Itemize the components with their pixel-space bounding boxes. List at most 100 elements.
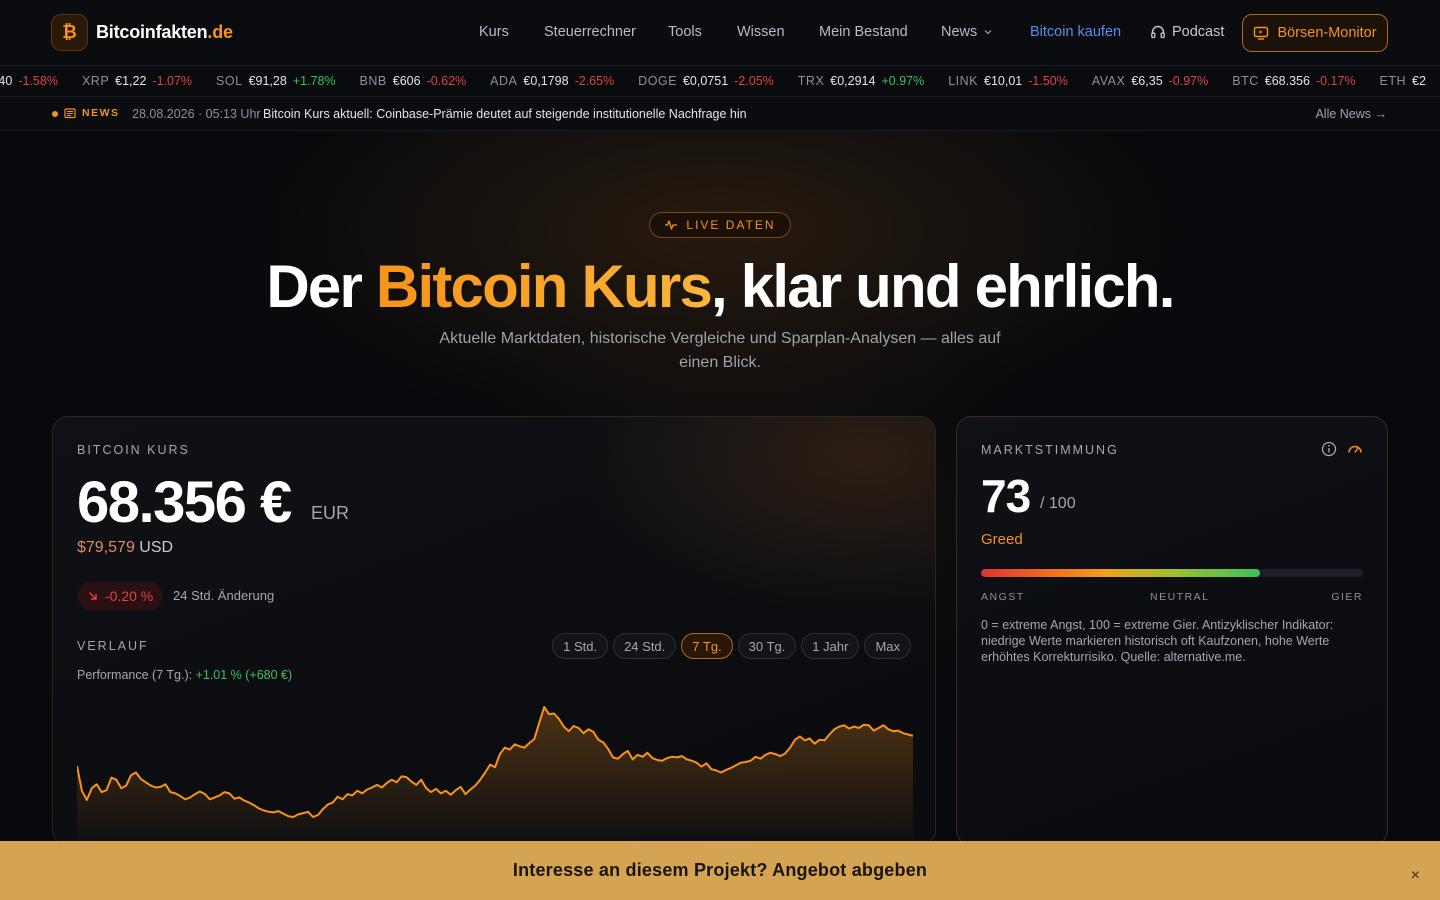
ticker-item[interactable]: .140 -1.58% bbox=[0, 74, 58, 88]
ticker-change: -0.17% bbox=[1315, 74, 1356, 88]
ticker-price: €0,1798 bbox=[523, 74, 569, 88]
range-selector: 1 Std. 24 Std. 7 Tg. 30 Tg. 1 Jahr Max bbox=[552, 633, 911, 659]
boersen-monitor-button[interactable]: Börsen-Monitor bbox=[1242, 14, 1388, 52]
ticker-price: €10,01 bbox=[984, 74, 1023, 88]
offer-banner[interactable]: Interesse an diesem Projekt? Angebot abg… bbox=[0, 841, 1440, 900]
sentiment-classification: Greed bbox=[981, 531, 1023, 548]
ticker-symbol: AVAX bbox=[1091, 74, 1126, 88]
nav-tools[interactable]: Tools bbox=[668, 24, 702, 40]
boersen-monitor-label: Börsen-Monitor bbox=[1277, 25, 1377, 41]
ticker-price: .140 bbox=[0, 74, 13, 88]
ticker-item[interactable]: LINK €10,01 -1.50% bbox=[948, 74, 1068, 88]
ticker-change: -1.50% bbox=[1028, 74, 1068, 88]
nav-news-dropdown[interactable]: News bbox=[941, 24, 993, 40]
ticker-symbol: LINK bbox=[948, 74, 979, 88]
close-icon[interactable]: × bbox=[1411, 867, 1420, 885]
ticker-price: €606 bbox=[392, 74, 421, 88]
ticker-symbol: SOL bbox=[216, 74, 243, 88]
ticker-price: €6,35 bbox=[1131, 74, 1163, 88]
range-30d-button[interactable]: 30 Tg. bbox=[737, 633, 797, 659]
ticker-symbol: DOGE bbox=[638, 74, 677, 88]
nav-mein-bestand[interactable]: Mein Bestand bbox=[819, 24, 908, 40]
nav-bitcoin-kaufen[interactable]: Bitcoin kaufen bbox=[1030, 24, 1121, 40]
nav-kurs[interactable]: Kurs bbox=[479, 24, 509, 40]
price-chart[interactable] bbox=[77, 699, 913, 846]
nav-wissen[interactable]: Wissen bbox=[737, 24, 785, 40]
ticker-price: €68.356 bbox=[1264, 74, 1310, 88]
sentiment-icons bbox=[1321, 441, 1363, 457]
site-header: ₿ Bitcoinfakten.de Kurs Steuerrechner To… bbox=[0, 0, 1440, 66]
chevron-down-icon bbox=[984, 30, 992, 35]
range-1h-button[interactable]: 1 Std. bbox=[552, 633, 609, 659]
ticker-item[interactable]: XRP €1,22 -1.07% bbox=[82, 74, 192, 88]
price-card-label: BITCOIN KURS bbox=[77, 443, 190, 457]
sentiment-value: 73 bbox=[981, 470, 1031, 522]
ticker-item[interactable]: AVAX €6,35 -0.97% bbox=[1092, 74, 1208, 88]
offer-text: Interesse an diesem Projekt? Angebot abg… bbox=[512, 860, 928, 880]
price-usd-value: $79,579 bbox=[77, 539, 135, 556]
nav-news-label: News bbox=[941, 24, 978, 40]
title-post: , klar und ehrlich. bbox=[711, 253, 1175, 320]
price-eur: 68.356 € bbox=[77, 470, 292, 535]
history-label: VERLAUF bbox=[77, 639, 149, 653]
ticker-item[interactable]: ETH €2 bbox=[1380, 74, 1426, 88]
range-7d-button[interactable]: 7 Tg. bbox=[681, 633, 733, 659]
ticker-item[interactable]: BNB €606 -0.62% bbox=[360, 74, 467, 88]
title-pre: Der bbox=[266, 253, 376, 320]
ticker-item[interactable]: BTC €68.356 -0.17% bbox=[1232, 74, 1355, 88]
perf-value: +1.01 % (+680 €) bbox=[195, 668, 293, 682]
news-label: NEWS bbox=[82, 107, 120, 119]
ticker-change: +0.97% bbox=[881, 74, 925, 88]
ticker-price: €1,22 bbox=[115, 74, 147, 88]
ticker-change: -2.05% bbox=[734, 74, 774, 88]
live-data-label: LIVE DATEN bbox=[686, 218, 776, 232]
news-headline-link[interactable]: Bitcoin Kurs aktuell: Coinbase-Prämie de… bbox=[263, 107, 747, 121]
sentiment-gauge bbox=[981, 569, 1363, 577]
ticker-change: -0.62% bbox=[426, 74, 467, 88]
news-date: 28.08.2026 · 05:13 Uhr bbox=[132, 107, 261, 121]
market-sentiment-card: MARKTSTIMMUNG 73 / 100 Greed ANGST NEUTR… bbox=[956, 416, 1388, 846]
range-max-button[interactable]: Max bbox=[864, 633, 911, 659]
bitcoin-price-card: BITCOIN KURS 68.356 € EUR $79,579 USD -0… bbox=[52, 416, 936, 846]
ticker-price: €0,2914 bbox=[830, 74, 876, 88]
range-24h-button[interactable]: 24 Std. bbox=[613, 633, 677, 659]
monitor-icon bbox=[1254, 26, 1269, 40]
change-badge: -0.20 % bbox=[77, 582, 164, 610]
ticker-price: €2 bbox=[1412, 74, 1426, 88]
ticker-change: +1.78% bbox=[292, 74, 336, 88]
ticker-item[interactable]: SOL €91,28 +1.78% bbox=[216, 74, 336, 88]
price-usd-unit: USD bbox=[139, 539, 174, 556]
info-icon[interactable] bbox=[1321, 441, 1337, 457]
nav-steuerrechner[interactable]: Steuerrechner bbox=[544, 24, 636, 40]
logo-tld: .de bbox=[207, 22, 233, 42]
ticker-item[interactable]: ADA €0,1798 -2.65% bbox=[490, 74, 614, 88]
price-ticker: .140 -1.58% XRP €1,22 -1.07% SOL €91,28 +1.78% B… bbox=[0, 66, 1440, 97]
arrow-down-right-icon bbox=[89, 592, 97, 600]
all-news-link[interactable]: Alle News → bbox=[1315, 107, 1387, 121]
scale-mid: NEUTRAL bbox=[1150, 591, 1210, 603]
news-bar: NEWS 28.08.2026 · 05:13 Uhr Bitcoin Kurs… bbox=[0, 97, 1440, 131]
site-logo[interactable]: ₿ Bitcoinfakten.de bbox=[51, 14, 233, 51]
ticker-item[interactable]: TRX €0,2914 +0.97% bbox=[798, 74, 924, 88]
ticker-change: -2.65% bbox=[574, 74, 615, 88]
price-currency: EUR bbox=[311, 503, 350, 523]
page-title: Der Bitcoin Kurs, klar und ehrlich. bbox=[0, 252, 1440, 321]
live-data-badge: LIVE DATEN bbox=[649, 212, 791, 238]
ticker-item[interactable]: DOGE €0,0751 -2.05% bbox=[638, 74, 774, 88]
headphones-icon bbox=[1151, 25, 1165, 39]
ticker-symbol: ADA bbox=[490, 74, 518, 88]
scale-low: ANGST bbox=[981, 591, 1025, 603]
chart-area bbox=[77, 707, 913, 845]
ticker-track: .140 -1.58% XRP €1,22 -1.07% SOL €91,28 +1.78% B… bbox=[0, 74, 1440, 88]
nav-podcast[interactable]: Podcast bbox=[1150, 24, 1224, 40]
range-1y-button[interactable]: 1 Jahr bbox=[801, 633, 860, 659]
perf-label: Performance (7 Tg.): bbox=[77, 668, 193, 682]
logo-text: Bitcoinfakten.de bbox=[96, 22, 233, 43]
logo-name: Bitcoinfakten bbox=[96, 22, 208, 42]
price-usd: $79,579 USD bbox=[77, 539, 173, 557]
sentiment-max: / 100 bbox=[1040, 495, 1076, 512]
ticker-symbol: XRP bbox=[81, 74, 110, 88]
live-dot-icon bbox=[52, 111, 58, 117]
ticker-symbol: BNB bbox=[359, 74, 387, 88]
bitcoin-logo-icon: ₿ bbox=[51, 14, 88, 51]
